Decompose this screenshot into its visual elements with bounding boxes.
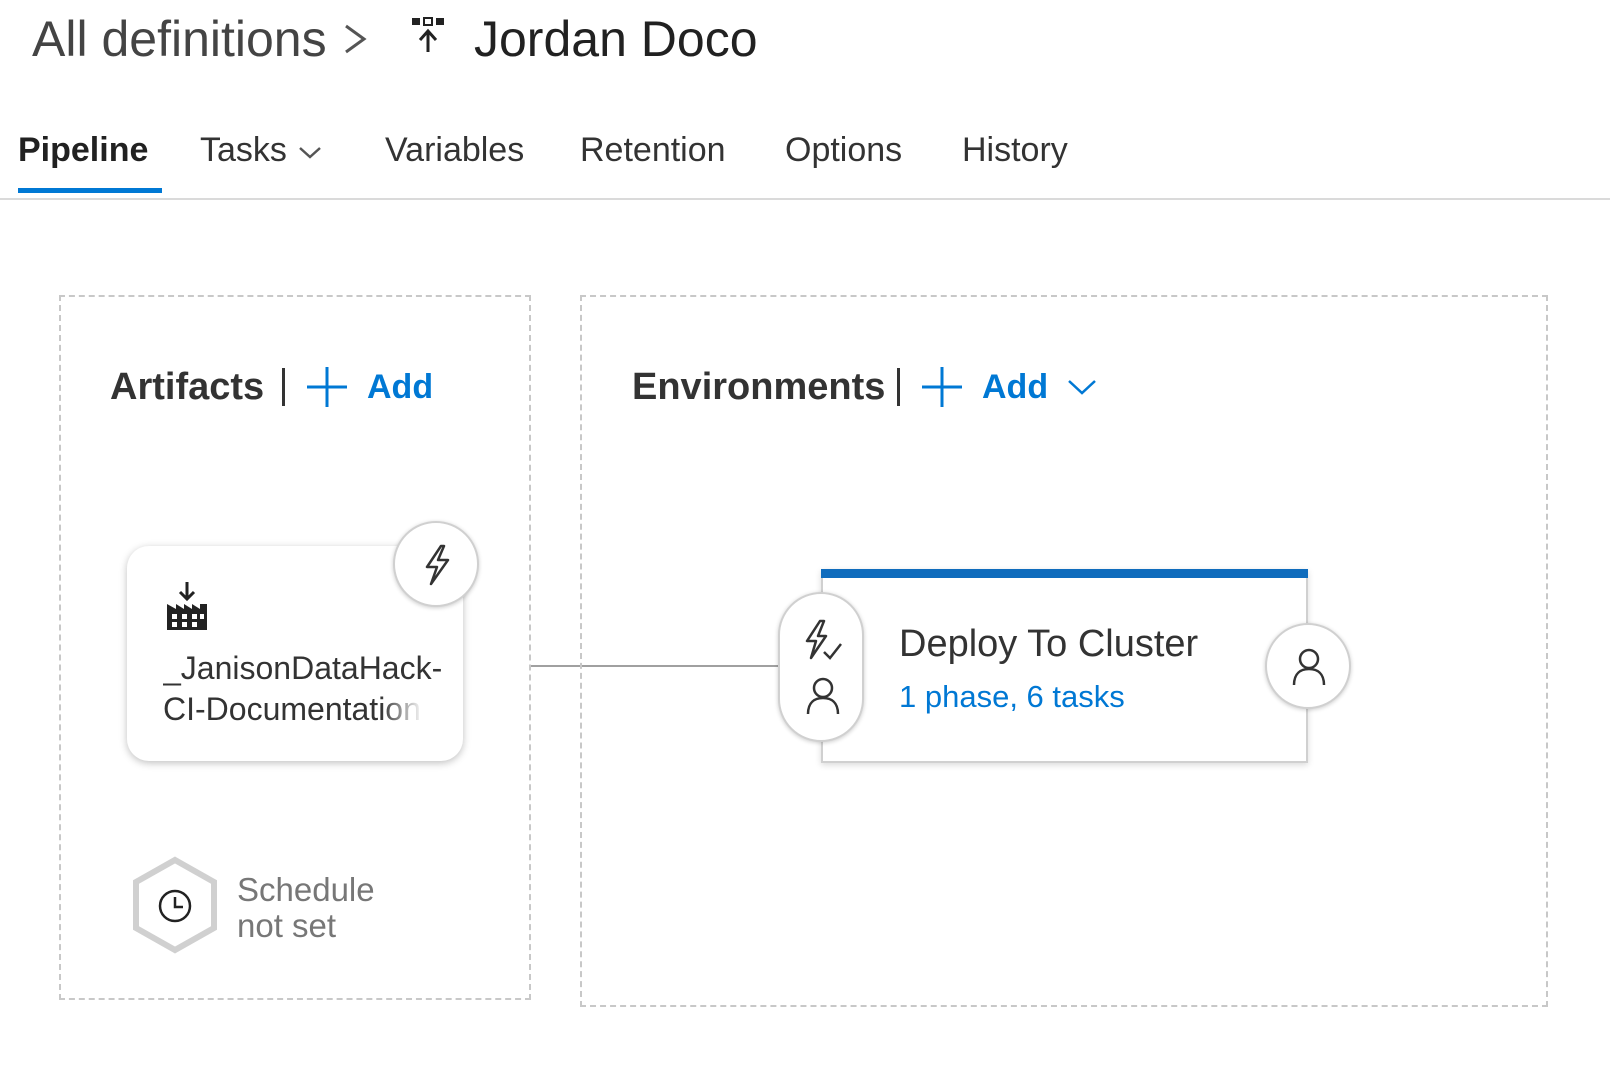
tab-tasks[interactable]: Tasks <box>200 126 323 174</box>
artifacts-title-divider <box>282 368 285 406</box>
breadcrumb-all-definitions[interactable]: All definitions <box>32 6 327 72</box>
release-pipeline-icon <box>412 17 444 52</box>
plus-icon <box>922 367 962 407</box>
post-deployment-conditions-button[interactable] <box>1265 623 1351 709</box>
active-tab-indicator <box>18 188 162 193</box>
schedule-line1: Schedule <box>237 871 375 908</box>
artifact-name-fade <box>381 688 423 730</box>
pre-deployment-conditions-button[interactable] <box>778 592 864 742</box>
tab-retention[interactable]: Retention <box>580 126 726 174</box>
environments-title: Environments <box>632 366 886 408</box>
artifacts-title: Artifacts <box>110 366 265 408</box>
chevron-down-icon <box>1068 380 1096 395</box>
tab-tasks-label: Tasks <box>200 131 287 169</box>
artifacts-add-label: Add <box>367 368 434 406</box>
continuous-deployment-trigger-button[interactable] <box>393 521 479 607</box>
environment-name[interactable]: Deploy To Cluster <box>899 621 1198 667</box>
tab-pipeline[interactable]: Pipeline <box>18 126 148 174</box>
tab-variables[interactable]: Variables <box>385 126 524 174</box>
tab-options[interactable]: Options <box>785 126 902 174</box>
artifact-name-line1: _JanisonDataHack- <box>163 650 443 686</box>
chevron-right-icon <box>345 24 367 54</box>
plus-icon <box>307 367 347 407</box>
definition-title: Jordan Doco <box>474 11 758 67</box>
pre-deployment-conditions-icon <box>805 619 842 660</box>
environments-add-button[interactable]: Add <box>920 362 1100 412</box>
schedule-status[interactable]: Schedule not set <box>237 872 375 944</box>
post-deployment-approvers-icon <box>1292 648 1326 686</box>
environment-summary-link[interactable]: 1 phase, 6 tasks <box>899 677 1125 717</box>
environment-status-bar <box>821 569 1308 578</box>
schedule-trigger-button[interactable] <box>130 856 220 954</box>
build-artifact-icon <box>167 582 207 630</box>
tab-history[interactable]: History <box>962 126 1068 174</box>
environments-title-divider <box>897 368 900 406</box>
pre-deployment-approvers-icon <box>806 677 840 715</box>
lightning-icon <box>425 544 450 586</box>
chevron-down-icon <box>299 147 321 159</box>
tabs-divider <box>0 198 1610 200</box>
schedule-line2: not set <box>237 907 337 944</box>
environments-add-label: Add <box>982 368 1049 406</box>
